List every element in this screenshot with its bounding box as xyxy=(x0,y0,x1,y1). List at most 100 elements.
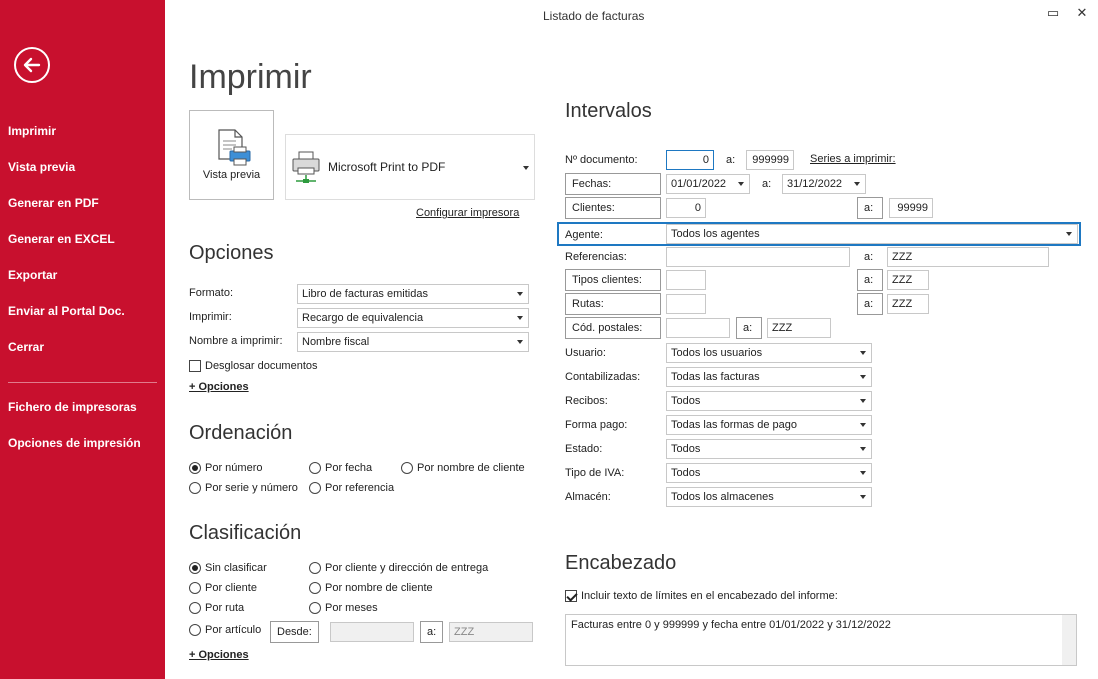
nombre-imprimir-select[interactable]: Nombre fiscal xyxy=(297,332,529,352)
radio-por-cliente[interactable]: Por cliente xyxy=(189,582,257,594)
radio-por-nombre-cliente[interactable]: Por nombre de cliente xyxy=(401,462,525,474)
radio-por-articulo[interactable]: Por artículo xyxy=(189,624,261,636)
imprimir-value: Recargo de equivalencia xyxy=(302,312,424,324)
agente-select[interactable]: Todos los agentes xyxy=(666,224,1078,244)
referencias-from-input[interactable] xyxy=(666,247,850,267)
desglosar-checkbox[interactable]: Desglosar documentos xyxy=(189,360,318,372)
tipos-a-button[interactable]: a: xyxy=(857,269,883,291)
preview-button[interactable]: Vista previa xyxy=(189,110,274,200)
articulo-a-input[interactable]: ZZZ xyxy=(449,622,533,642)
tipo-iva-label: Tipo de IVA: xyxy=(565,467,625,479)
formato-label: Formato: xyxy=(189,287,234,299)
sidebar-item-generar-excel[interactable]: Generar en EXCEL xyxy=(8,232,115,246)
clientes-a-button[interactable]: a: xyxy=(857,197,883,219)
fecha-to-picker[interactable]: 31/12/2022 xyxy=(782,174,866,194)
radio-por-serie-numero[interactable]: Por serie y número xyxy=(189,482,298,494)
radio-label: Por número xyxy=(205,462,263,474)
sidebar-item-cerrar[interactable]: Cerrar xyxy=(8,340,44,354)
rutas-a-button[interactable]: a: xyxy=(857,293,883,315)
rutas-to-input[interactable]: ZZZ xyxy=(887,294,929,314)
radio-por-meses[interactable]: Por meses xyxy=(309,602,378,614)
recibos-label: Recibos: xyxy=(565,395,608,407)
chevron-down-icon xyxy=(860,495,866,499)
almacen-label: Almacén: xyxy=(565,491,611,503)
radio-dot xyxy=(309,602,321,614)
cp-to-input[interactable]: ZZZ xyxy=(767,318,831,338)
radio-label: Sin clasificar xyxy=(205,562,267,574)
formato-select[interactable]: Libro de facturas emitidas xyxy=(297,284,529,304)
radio-dot xyxy=(189,562,201,574)
series-link[interactable]: Series a imprimir: xyxy=(810,153,896,165)
radio-por-ruta[interactable]: Por ruta xyxy=(189,602,244,614)
referencias-to-input[interactable]: ZZZ xyxy=(887,247,1049,267)
doc-from-input[interactable]: 0 xyxy=(666,150,714,170)
radio-por-referencia[interactable]: Por referencia xyxy=(309,482,394,494)
tipo-iva-select[interactable]: Todos xyxy=(666,463,872,483)
radio-label: Por meses xyxy=(325,602,378,614)
desde-input[interactable] xyxy=(330,622,414,642)
radio-sin-clasificar[interactable]: Sin clasificar xyxy=(189,562,267,574)
fecha-from-picker[interactable]: 01/01/2022 xyxy=(666,174,750,194)
cp-from-input[interactable] xyxy=(666,318,730,338)
recibos-value: Todos xyxy=(671,395,701,407)
rutas-from-input[interactable] xyxy=(666,294,706,314)
scrollbar[interactable] xyxy=(1062,615,1076,665)
sidebar-item-imprimir[interactable]: Imprimir xyxy=(8,124,56,138)
nombre-imprimir-label: Nombre a imprimir: xyxy=(189,335,283,347)
rutas-button[interactable]: Rutas: xyxy=(565,293,661,315)
incluir-texto-label: Incluir texto de límites en el encabezad… xyxy=(581,590,838,602)
fechas-button[interactable]: Fechas: xyxy=(565,173,661,195)
close-icon[interactable]: ✕ xyxy=(1072,5,1092,23)
recibos-select[interactable]: Todos xyxy=(666,391,872,411)
tipos-from-input[interactable] xyxy=(666,270,706,290)
radio-por-numero[interactable]: Por número xyxy=(189,462,262,474)
desglosar-label: Desglosar documentos xyxy=(205,360,318,372)
clientes-button[interactable]: Clientes: xyxy=(565,197,661,219)
incluir-texto-checkbox[interactable]: Incluir texto de límites en el encabezad… xyxy=(565,590,838,602)
radio-por-fecha[interactable]: Por fecha xyxy=(309,462,372,474)
chevron-down-icon xyxy=(1066,232,1072,236)
configure-printer-link[interactable]: Configurar impresora xyxy=(416,207,519,219)
tipo-iva-value: Todos xyxy=(671,467,701,479)
checkbox-box xyxy=(565,590,577,602)
nombre-imprimir-value: Nombre fiscal xyxy=(302,336,370,348)
forma-pago-select[interactable]: Todas las formas de pago xyxy=(666,415,872,435)
sidebar-item-exportar[interactable]: Exportar xyxy=(8,268,57,282)
radio-nombre-cliente[interactable]: Por nombre de cliente xyxy=(309,582,433,594)
radio-label: Por nombre de cliente xyxy=(417,462,525,474)
radio-label: Por nombre de cliente xyxy=(325,582,433,594)
almacen-value: Todos los almacenes xyxy=(671,491,774,503)
estado-value: Todos xyxy=(671,443,701,455)
clientes-from-input[interactable]: 0 xyxy=(666,198,706,218)
sidebar-item-vista-previa[interactable]: Vista previa xyxy=(8,160,75,174)
estado-select[interactable]: Todos xyxy=(666,439,872,459)
almacen-select[interactable]: Todos los almacenes xyxy=(666,487,872,507)
contab-select[interactable]: Todas las facturas xyxy=(666,367,872,387)
cod-postales-button[interactable]: Cód. postales: xyxy=(565,317,661,339)
ordenacion-title: Ordenación xyxy=(189,422,293,444)
cp-a-button[interactable]: a: xyxy=(736,317,762,339)
tipos-clientes-button[interactable]: Tipos clientes: xyxy=(565,269,661,291)
radio-cliente-direccion[interactable]: Por cliente y dirección de entrega xyxy=(309,562,488,574)
clasificacion-title: Clasificación xyxy=(189,522,302,544)
clientes-to-input[interactable]: 99999 xyxy=(889,198,933,218)
agente-value: Todos los agentes xyxy=(671,228,760,240)
usuario-value: Todos los usuarios xyxy=(671,347,763,359)
encabezado-textarea[interactable]: Facturas entre 0 y 999999 y fecha entre … xyxy=(565,614,1077,666)
usuario-select[interactable]: Todos los usuarios xyxy=(666,343,872,363)
clasificacion-more-link[interactable]: + Opciones xyxy=(189,649,249,661)
maximize-icon[interactable]: ▭ xyxy=(1043,5,1063,23)
sidebar-item-opciones-impresion[interactable]: Opciones de impresión xyxy=(8,436,141,450)
opciones-more-link[interactable]: + Opciones xyxy=(189,381,249,393)
doc-to-input[interactable]: 999999 xyxy=(746,150,794,170)
sidebar-item-fichero-impresoras[interactable]: Fichero de impresoras xyxy=(8,400,137,414)
sidebar-item-enviar-portal[interactable]: Enviar al Portal Doc. xyxy=(8,304,125,318)
fecha-to-value: 31/12/2022 xyxy=(787,178,843,190)
tipos-to-input[interactable]: ZZZ xyxy=(887,270,929,290)
printer-select[interactable]: Microsoft Print to PDF xyxy=(285,134,535,200)
desde-button[interactable]: Desde: xyxy=(270,621,319,643)
sidebar-item-generar-pdf[interactable]: Generar en PDF xyxy=(8,196,99,210)
articulo-a-button[interactable]: a: xyxy=(420,621,444,643)
back-arrow-icon[interactable] xyxy=(14,47,50,83)
imprimir-select[interactable]: Recargo de equivalencia xyxy=(297,308,529,328)
